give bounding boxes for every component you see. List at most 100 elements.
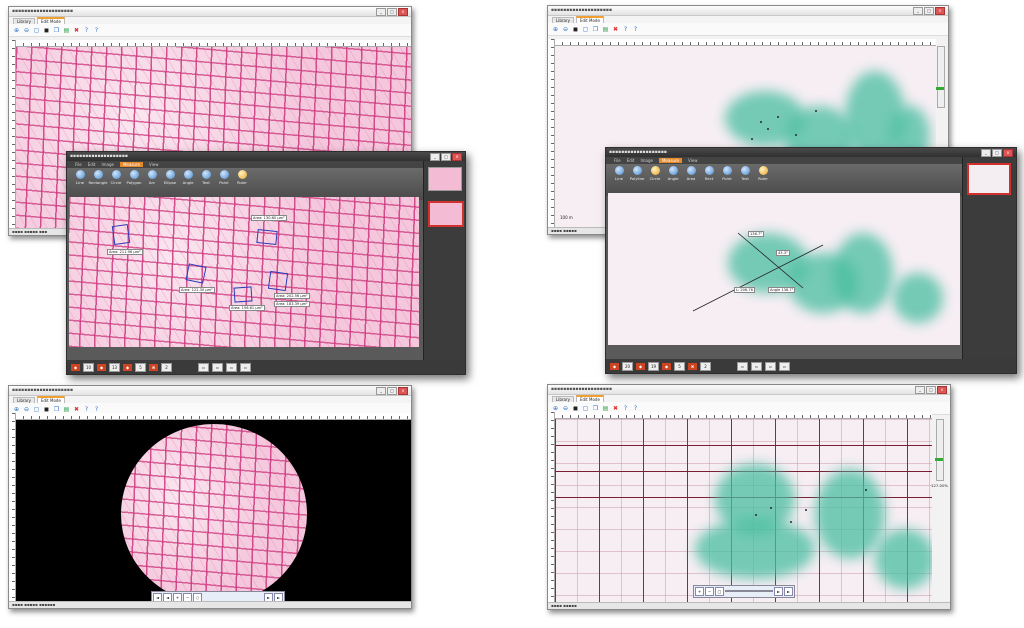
- view-button[interactable]: ▫: [779, 361, 790, 371]
- zoom-in-button[interactable]: +: [695, 587, 704, 596]
- close-button[interactable]: ×: [398, 7, 408, 16]
- tab-file[interactable]: File: [75, 162, 82, 167]
- camera-icon[interactable]: ◼: [572, 26, 579, 33]
- close-button[interactable]: ×: [935, 6, 945, 15]
- minimize-button[interactable]: _: [915, 385, 925, 394]
- delete-icon[interactable]: ✖: [612, 26, 619, 33]
- help-icon[interactable]: ?: [83, 406, 90, 413]
- tool-line[interactable]: Line: [612, 166, 626, 194]
- view-button[interactable]: ▫: [751, 361, 762, 371]
- zoom-slider[interactable]: [936, 46, 945, 108]
- tab-view[interactable]: View: [149, 162, 159, 167]
- zoom-track[interactable]: [725, 590, 773, 592]
- view-button[interactable]: ▫: [226, 362, 237, 372]
- copy-icon[interactable]: ❐: [53, 27, 60, 34]
- info-icon[interactable]: ?: [632, 405, 639, 412]
- tab-library[interactable]: Library: [13, 18, 35, 24]
- tool-ellipse[interactable]: Ellipse: [163, 170, 177, 198]
- tool-polyline[interactable]: Polyline: [630, 166, 644, 194]
- export-icon[interactable]: ▤: [602, 26, 609, 33]
- fit-icon[interactable]: ▢: [582, 26, 589, 33]
- view-button[interactable]: ▫: [212, 362, 223, 372]
- zoom-out-button[interactable]: −: [705, 587, 714, 596]
- tool-text[interactable]: Text: [738, 166, 752, 194]
- zoom-out-icon[interactable]: ⊖: [562, 405, 569, 412]
- fit-icon[interactable]: ▢: [33, 27, 40, 34]
- tab-image[interactable]: Image: [640, 158, 653, 163]
- maximize-button[interactable]: □: [387, 7, 397, 16]
- next-button[interactable]: ►: [774, 587, 783, 596]
- close-button[interactable]: ×: [398, 386, 408, 395]
- tab-image[interactable]: Image: [101, 162, 114, 167]
- close-button[interactable]: ×: [937, 385, 947, 394]
- maximize-button[interactable]: □: [387, 386, 397, 395]
- fit-button[interactable]: □: [715, 587, 724, 596]
- last-button[interactable]: ►: [784, 587, 793, 596]
- fit-icon[interactable]: ▢: [582, 405, 589, 412]
- maximize-button[interactable]: □: [924, 6, 934, 15]
- view-button[interactable]: ▫: [765, 361, 776, 371]
- tab-edit[interactable]: Edit: [627, 158, 635, 163]
- maximize-button[interactable]: □: [441, 152, 451, 161]
- minimize-button[interactable]: _: [430, 152, 440, 161]
- zoom-out-icon[interactable]: ⊖: [562, 26, 569, 33]
- fit-icon[interactable]: ▢: [33, 406, 40, 413]
- delete-icon[interactable]: ✖: [73, 27, 80, 34]
- tool-circle[interactable]: Circle: [648, 166, 662, 194]
- tool-polygon[interactable]: Polygon: [127, 170, 141, 198]
- maximize-button[interactable]: □: [992, 148, 1002, 157]
- thumbnail-selected[interactable]: [967, 163, 1011, 195]
- tab-edit[interactable]: Edit: [88, 162, 96, 167]
- zoom-out-icon[interactable]: ⊖: [23, 27, 30, 34]
- tab-edit-mode[interactable]: Edit Mode: [576, 395, 604, 402]
- help-icon[interactable]: ?: [83, 27, 90, 34]
- zoom-in-icon[interactable]: ⊕: [13, 27, 20, 34]
- zoom-out-icon[interactable]: ⊖: [23, 406, 30, 413]
- tool-angle[interactable]: Angle: [181, 170, 195, 198]
- tab-edit-mode[interactable]: Edit Mode: [576, 16, 604, 23]
- export-icon[interactable]: ▤: [602, 405, 609, 412]
- tab-measure[interactable]: Measure: [658, 158, 682, 163]
- tab-library[interactable]: Library: [552, 17, 574, 23]
- minimize-button[interactable]: _: [376, 386, 386, 395]
- view-button[interactable]: ▫: [737, 361, 748, 371]
- tool-rect[interactable]: Rect: [702, 166, 716, 194]
- help-icon[interactable]: ?: [622, 26, 629, 33]
- tool-rectangle[interactable]: Rectangle: [89, 170, 107, 198]
- tab-edit-mode[interactable]: Edit Mode: [37, 396, 65, 403]
- copy-icon[interactable]: ❐: [592, 405, 599, 412]
- tab-library[interactable]: Library: [552, 396, 574, 402]
- tab-edit-mode[interactable]: Edit Mode: [37, 17, 65, 24]
- tool-area[interactable]: Area: [684, 166, 698, 194]
- tab-file[interactable]: File: [614, 158, 621, 163]
- minimize-button[interactable]: _: [981, 148, 991, 157]
- camera-icon[interactable]: ◼: [572, 405, 579, 412]
- camera-icon[interactable]: ◼: [43, 406, 50, 413]
- tab-view[interactable]: View: [688, 158, 698, 163]
- maximize-button[interactable]: □: [926, 385, 936, 394]
- info-icon[interactable]: ?: [93, 27, 100, 34]
- delete-icon[interactable]: ✖: [612, 405, 619, 412]
- copy-icon[interactable]: ❐: [592, 26, 599, 33]
- tool-arc[interactable]: Arc: [145, 170, 159, 198]
- export-icon[interactable]: ▤: [63, 27, 70, 34]
- tab-library[interactable]: Library: [13, 397, 35, 403]
- zoom-in-icon[interactable]: ⊕: [552, 26, 559, 33]
- tool-angle[interactable]: Angle: [666, 166, 680, 194]
- view-button[interactable]: ▫: [240, 362, 251, 372]
- tool-line[interactable]: Line: [73, 170, 87, 198]
- close-button[interactable]: ×: [1003, 148, 1013, 157]
- zoom-slider[interactable]: [935, 419, 944, 481]
- info-icon[interactable]: ?: [93, 406, 100, 413]
- tool-text[interactable]: Text: [199, 170, 213, 198]
- thumbnail-selected[interactable]: [428, 201, 464, 227]
- export-icon[interactable]: ▤: [63, 406, 70, 413]
- thumbnail[interactable]: [428, 167, 462, 191]
- info-icon[interactable]: ?: [632, 26, 639, 33]
- minimize-button[interactable]: _: [913, 6, 923, 15]
- tool-circle[interactable]: Circle: [109, 170, 123, 198]
- copy-icon[interactable]: ❐: [53, 406, 60, 413]
- delete-icon[interactable]: ✖: [73, 406, 80, 413]
- close-button[interactable]: ×: [452, 152, 462, 161]
- tool-point[interactable]: Point: [217, 170, 231, 198]
